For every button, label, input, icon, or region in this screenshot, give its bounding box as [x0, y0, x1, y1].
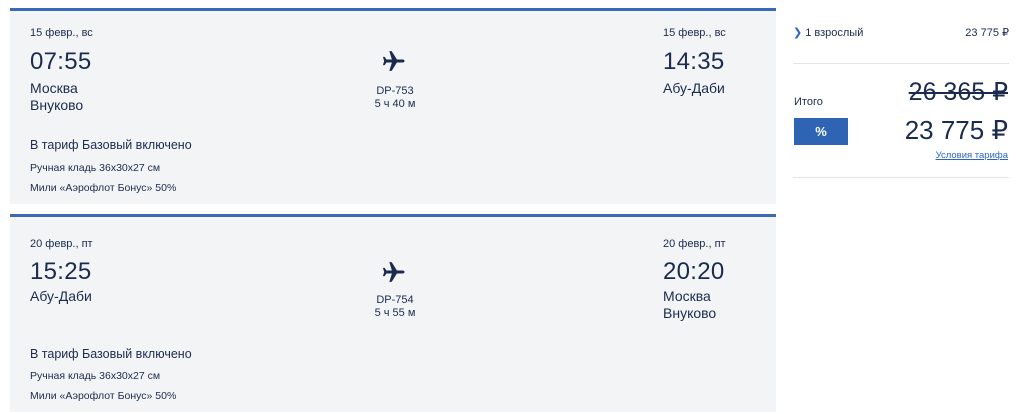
flight-info: DP-753 5 ч 40 м	[355, 85, 435, 111]
arrival-date: 20 февр., пт	[663, 238, 726, 250]
arrival-time: 20:20	[663, 258, 725, 285]
old-price: 26 365 ₽	[908, 78, 1008, 106]
departure-airport: Внуково	[30, 97, 84, 113]
tariff-title: В тариф Базовый включено	[30, 347, 192, 361]
flight-number: DP-753	[376, 85, 414, 97]
departure-city: Абу-Даби	[30, 288, 92, 304]
tariff-terms-link[interactable]: Условия тарифа	[936, 150, 1008, 161]
passengers-row[interactable]: ❯ 1 взрослый 23 775 ₽	[793, 26, 1009, 39]
arrival-date: 15 февр., вс	[663, 27, 726, 39]
flight-card-outbound: 15 февр., вс 07:55 Москва Внуково DP-753…	[10, 8, 776, 204]
flight-duration: 5 ч 55 м	[374, 307, 416, 319]
passengers-price: 23 775 ₽	[965, 27, 1009, 39]
total-label: Итого	[794, 96, 823, 108]
arrival-city: Москва	[663, 288, 711, 304]
feature-item: Мили «Аэрофлот Бонус» 50%	[30, 182, 177, 194]
plane-icon	[382, 262, 405, 282]
passengers-label: 1 взрослый	[805, 27, 864, 39]
departure-time: 15:25	[30, 258, 92, 285]
divider	[793, 177, 1009, 178]
feature-item: Ручная кладь 36х30х27 см	[30, 370, 161, 382]
arrival-city: Абу-Даби	[663, 80, 725, 96]
tariff-title: В тариф Базовый включено	[30, 138, 192, 152]
feature-item: Ручная кладь 36х30х27 см	[30, 162, 161, 174]
total-price: 23 775 ₽	[904, 115, 1008, 145]
plane-icon	[382, 51, 405, 71]
arrival-airport: Внуково	[663, 305, 717, 321]
divider	[793, 63, 1009, 64]
flight-number: DP-754	[376, 294, 414, 306]
arrival-time: 14:35	[663, 48, 725, 75]
flight-duration: 5 ч 40 м	[374, 98, 416, 110]
departure-date: 15 февр., вс	[30, 27, 93, 39]
departure-city: Москва	[30, 80, 78, 96]
chevron-right-icon[interactable]: ❯	[793, 27, 802, 39]
feature-item: Мили «Аэрофлот Бонус» 50%	[30, 390, 177, 402]
departure-date: 20 февр., пт	[30, 238, 93, 250]
discount-button[interactable]: %	[794, 118, 848, 145]
flight-info: DP-754 5 ч 55 м	[355, 294, 435, 320]
departure-time: 07:55	[30, 48, 92, 75]
flight-card-return: 20 февр., пт 15:25 Абу-Даби DP-754 5 ч 5…	[10, 214, 776, 412]
